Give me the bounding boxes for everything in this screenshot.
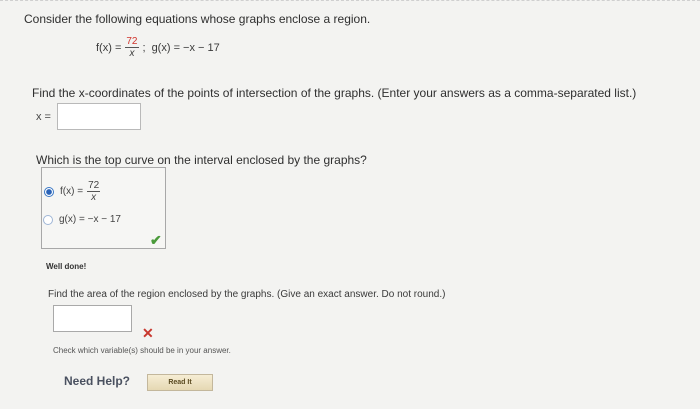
f-lhs: f(x) = [96, 41, 122, 54]
option-f-fraction: 72 x [87, 180, 101, 203]
f-fraction: 72 x [125, 36, 139, 59]
option-f[interactable]: f(x) = 72 x [44, 180, 104, 203]
option-f-lhs: f(x) = [60, 186, 84, 197]
option-g[interactable]: g(x) = −x − 17 [43, 214, 121, 225]
area-answer-input[interactable] [53, 305, 132, 332]
find-area-prompt: Find the area of the region enclosed by … [48, 289, 446, 300]
feedback-check-variable: Check which variable(s) should be in you… [53, 346, 231, 355]
top-border [0, 0, 700, 2]
wrong-x-icon: ✕ [142, 325, 154, 341]
read-it-button[interactable]: Read It [147, 374, 213, 391]
f-denominator: x [129, 48, 135, 59]
g-equation: g(x) = −x − 17 [151, 41, 220, 54]
option-f-denominator: x [91, 192, 97, 203]
top-curve-prompt: Which is the top curve on the interval e… [36, 153, 367, 167]
checkmark-icon: ✔ [150, 232, 162, 248]
radio-selected-icon[interactable] [44, 186, 54, 197]
option-g-label: g(x) = −x − 17 [59, 214, 121, 225]
separator: ; [142, 41, 146, 54]
option-f-numerator: 72 [87, 180, 101, 192]
feedback-well-done: Well done! [46, 262, 87, 271]
radio-unselected-icon[interactable] [43, 214, 53, 225]
find-x-prompt: Find the x-coordinates of the points of … [32, 86, 637, 100]
question-intro: Consider the following equations whose g… [24, 12, 371, 26]
f-numerator: 72 [125, 36, 139, 48]
equations-line: f(x) = 72 x ; g(x) = −x − 17 [96, 36, 220, 59]
x-answer-input[interactable] [57, 103, 141, 130]
x-label: x = [36, 111, 51, 123]
need-help-label: Need Help? [64, 374, 131, 388]
